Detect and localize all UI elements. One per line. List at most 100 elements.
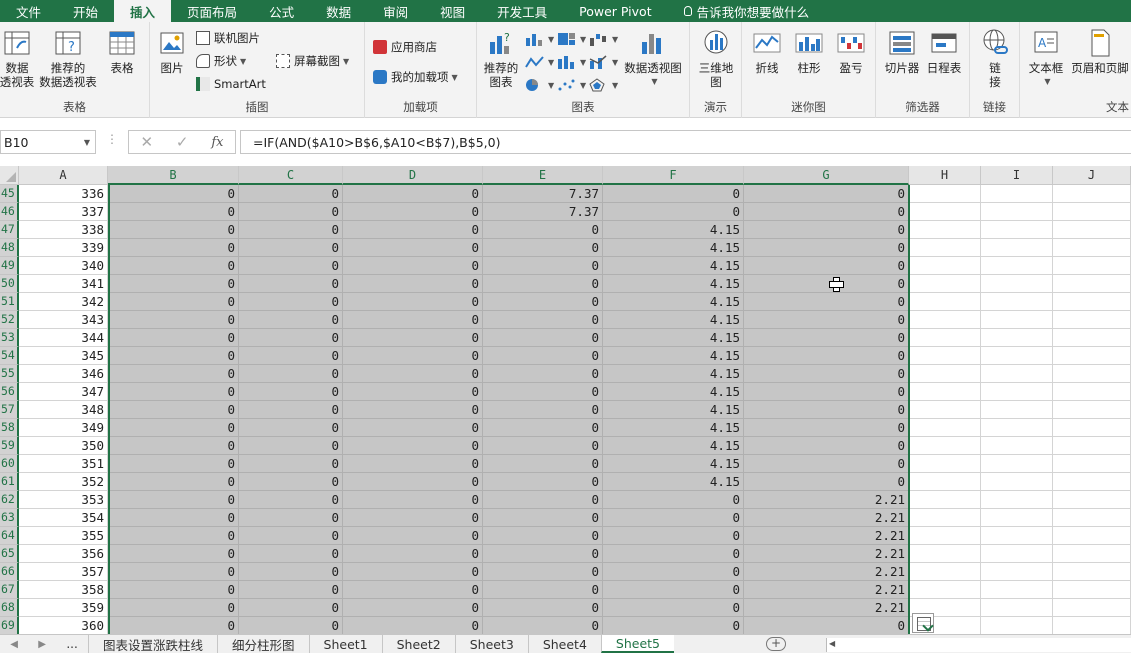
- cell-h53[interactable]: [909, 329, 981, 347]
- cell-h62[interactable]: [909, 491, 981, 509]
- cell-b57[interactable]: 0: [108, 401, 239, 419]
- cell-d53[interactable]: 0: [343, 329, 483, 347]
- timeline-button[interactable]: 日程表: [924, 28, 964, 75]
- row-header[interactable]: 55: [0, 365, 19, 383]
- cell-h55[interactable]: [909, 365, 981, 383]
- column-chart-button[interactable]: ▼: [525, 30, 554, 48]
- cell-c53[interactable]: 0: [239, 329, 343, 347]
- cell-g46[interactable]: 0: [744, 203, 909, 221]
- cell-h49[interactable]: [909, 257, 981, 275]
- cell-e57[interactable]: 0: [483, 401, 603, 419]
- cell-c61[interactable]: 0: [239, 473, 343, 491]
- cell-b49[interactable]: 0: [108, 257, 239, 275]
- cell-g48[interactable]: 0: [744, 239, 909, 257]
- cell-d63[interactable]: 0: [343, 509, 483, 527]
- cell-e53[interactable]: 0: [483, 329, 603, 347]
- cell-b46[interactable]: 0: [108, 203, 239, 221]
- cell-i69[interactable]: [981, 617, 1053, 634]
- row-header[interactable]: 66: [0, 563, 19, 581]
- cell-j57[interactable]: [1053, 401, 1131, 419]
- cell-b54[interactable]: 0: [108, 347, 239, 365]
- cell-i46[interactable]: [981, 203, 1053, 221]
- cell-e68[interactable]: 0: [483, 599, 603, 617]
- pivot-chart-button[interactable]: 数据透视图 ▼: [621, 28, 685, 89]
- row-header[interactable]: 65: [0, 545, 19, 563]
- column-header-e[interactable]: E: [483, 166, 603, 185]
- cell-g55[interactable]: 0: [744, 365, 909, 383]
- tab-review[interactable]: 审阅: [367, 0, 424, 22]
- cell-d68[interactable]: 0: [343, 599, 483, 617]
- cell-i68[interactable]: [981, 599, 1053, 617]
- cell-b56[interactable]: 0: [108, 383, 239, 401]
- waterfall-chart-button[interactable]: ▼: [589, 30, 618, 48]
- cell-j51[interactable]: [1053, 293, 1131, 311]
- name-box-dropdown-icon[interactable]: ▼: [84, 138, 90, 147]
- sheet-tab[interactable]: Sheet1: [308, 635, 382, 653]
- cell-i54[interactable]: [981, 347, 1053, 365]
- cell-j47[interactable]: [1053, 221, 1131, 239]
- cell-a51[interactable]: 342: [19, 293, 108, 311]
- cell-a56[interactable]: 347: [19, 383, 108, 401]
- more-sheets-button[interactable]: ...: [66, 637, 77, 651]
- cell-i50[interactable]: [981, 275, 1053, 293]
- cell-e66[interactable]: 0: [483, 563, 603, 581]
- cell-a69[interactable]: 360: [19, 617, 108, 634]
- cell-b68[interactable]: 0: [108, 599, 239, 617]
- row-header[interactable]: 50: [0, 275, 19, 293]
- cell-j54[interactable]: [1053, 347, 1131, 365]
- cell-d67[interactable]: 0: [343, 581, 483, 599]
- cell-b51[interactable]: 0: [108, 293, 239, 311]
- cell-j56[interactable]: [1053, 383, 1131, 401]
- cell-j53[interactable]: [1053, 329, 1131, 347]
- cell-h51[interactable]: [909, 293, 981, 311]
- cell-h64[interactable]: [909, 527, 981, 545]
- cell-g67[interactable]: 2.21: [744, 581, 909, 599]
- sheet-tab[interactable]: Sheet2: [381, 635, 455, 653]
- column-header-c[interactable]: C: [239, 166, 343, 185]
- cell-e65[interactable]: 0: [483, 545, 603, 563]
- cell-b45[interactable]: 0: [108, 185, 239, 203]
- cell-j63[interactable]: [1053, 509, 1131, 527]
- cell-b63[interactable]: 0: [108, 509, 239, 527]
- cell-b67[interactable]: 0: [108, 581, 239, 599]
- cell-a61[interactable]: 352: [19, 473, 108, 491]
- cell-g57[interactable]: 0: [744, 401, 909, 419]
- select-all-button[interactable]: [0, 166, 19, 185]
- row-header[interactable]: 67: [0, 581, 19, 599]
- cell-c55[interactable]: 0: [239, 365, 343, 383]
- cell-e59[interactable]: 0: [483, 437, 603, 455]
- cell-b62[interactable]: 0: [108, 491, 239, 509]
- cell-c45[interactable]: 0: [239, 185, 343, 203]
- cell-f52[interactable]: 4.15: [603, 311, 744, 329]
- cell-c68[interactable]: 0: [239, 599, 343, 617]
- cell-d57[interactable]: 0: [343, 401, 483, 419]
- cell-f65[interactable]: 0: [603, 545, 744, 563]
- cell-i60[interactable]: [981, 455, 1053, 473]
- cell-i57[interactable]: [981, 401, 1053, 419]
- cell-a54[interactable]: 345: [19, 347, 108, 365]
- column-header-f[interactable]: F: [603, 166, 744, 185]
- column-header-h[interactable]: H: [909, 166, 981, 185]
- tab-power-pivot[interactable]: Power Pivot: [563, 0, 667, 22]
- cell-f49[interactable]: 4.15: [603, 257, 744, 275]
- cell-g47[interactable]: 0: [744, 221, 909, 239]
- cell-d65[interactable]: 0: [343, 545, 483, 563]
- picture-button[interactable]: 图片: [156, 28, 188, 75]
- cell-j45[interactable]: [1053, 185, 1131, 203]
- row-header[interactable]: 52: [0, 311, 19, 329]
- cell-d48[interactable]: 0: [343, 239, 483, 257]
- cell-a58[interactable]: 349: [19, 419, 108, 437]
- cell-g64[interactable]: 2.21: [744, 527, 909, 545]
- cell-g56[interactable]: 0: [744, 383, 909, 401]
- row-header[interactable]: 51: [0, 293, 19, 311]
- pivot-table-button[interactable]: 数据 透视表: [0, 28, 34, 89]
- online-picture-button[interactable]: 联机图片: [196, 29, 260, 47]
- insert-function-icon[interactable]: fx: [211, 135, 223, 150]
- table-button[interactable]: 表格: [106, 28, 138, 75]
- cell-f54[interactable]: 4.15: [603, 347, 744, 365]
- cell-d62[interactable]: 0: [343, 491, 483, 509]
- cell-c69[interactable]: 0: [239, 617, 343, 634]
- cell-f68[interactable]: 0: [603, 599, 744, 617]
- cell-a63[interactable]: 354: [19, 509, 108, 527]
- cell-i64[interactable]: [981, 527, 1053, 545]
